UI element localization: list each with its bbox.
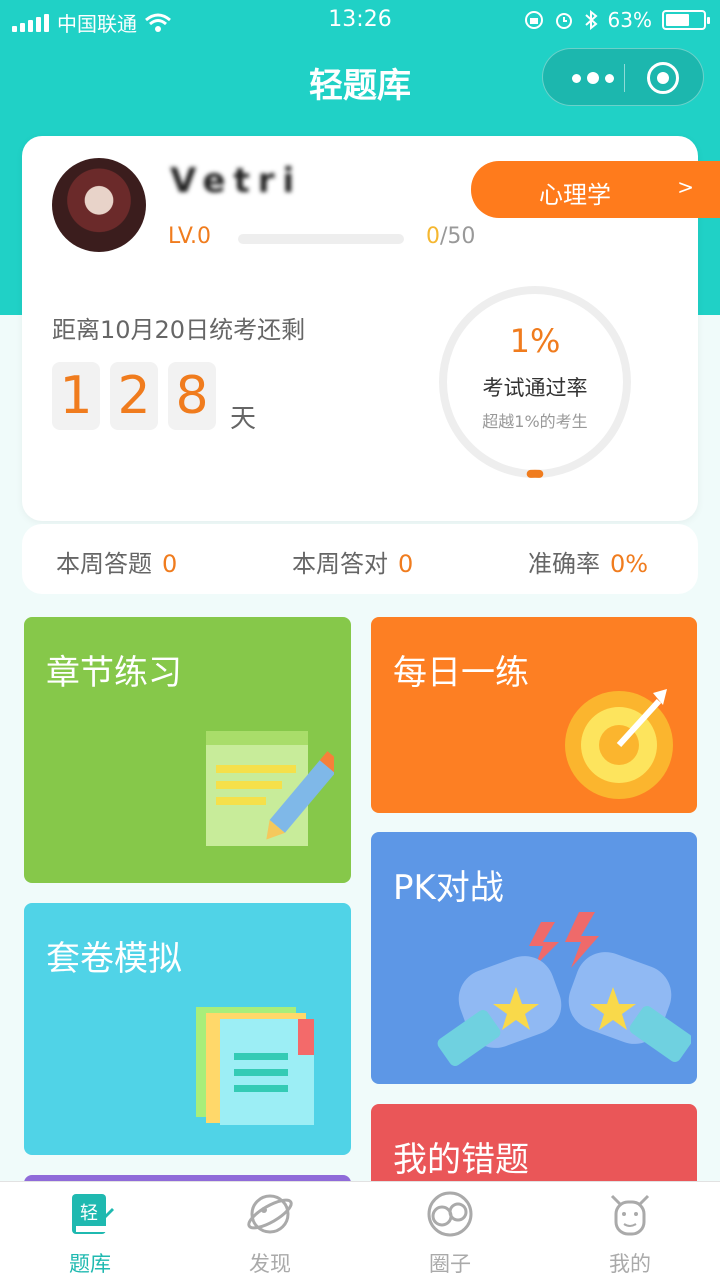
circles-icon [427,1191,473,1237]
bluetooth-icon [584,10,598,30]
cow-face-icon [610,1194,650,1236]
stat-correct: 本周答对 0 [292,544,413,579]
pk-battle-tile[interactable]: PK对战 [371,832,697,1084]
chevron-right-icon: > [677,175,694,199]
stat-answered-label: 本周答题 [56,550,152,578]
stat-accuracy-label: 准确率 [528,550,600,578]
tab-bar: 轻 题库 发现 圈子 我的 [0,1181,720,1281]
miniprogram-capsule [542,48,704,106]
stat-correct-value: 0 [398,550,414,578]
notepad-pencil-icon [206,731,334,846]
close-target-icon[interactable] [647,62,679,94]
pass-rate-ring: 1% 考试通过率 超越1%的考生 [435,282,635,482]
daily-practice-tile[interactable]: 每日一练 [371,617,697,813]
lock-rotation-icon [524,11,543,29]
planet-icon [247,1194,293,1234]
xp-total: /50 [440,224,476,249]
xp-current: 0 [426,224,440,249]
wrong-questions-title: 我的错题 [393,1140,529,1180]
target-icon [565,689,673,799]
profile-card: Vetri LV.0 0/50 心理学 > 距离10月20日统考还剩 1 2 8… [22,136,720,521]
tab-label: 圈子 [429,1252,471,1276]
subject-label: 心理学 [539,181,611,209]
tab-label: 我的 [609,1252,651,1276]
alarm-icon [555,13,572,29]
daily-practice-title: 每日一练 [393,653,529,693]
countdown-label: 距离10月20日统考还剩 [52,316,306,344]
status-right: 63% [524,8,710,32]
countdown-digit: 1 [52,362,100,430]
book-icon: 轻 [72,1194,114,1234]
username: Vetri [170,161,303,201]
countdown-digit: 2 [110,362,158,430]
xp-text: 0/50 [426,224,475,249]
battery-icon [662,10,710,30]
stat-correct-label: 本周答对 [292,550,388,578]
tab-discover[interactable]: 发现 [210,1190,330,1278]
svg-text:轻: 轻 [80,1203,98,1224]
chapter-practice-tile[interactable]: 章节练习 [24,617,351,883]
pass-rate-percent: 1% [509,322,561,360]
mock-paper-title: 套卷模拟 [46,939,182,979]
avatar[interactable] [52,158,146,252]
weekly-stats: 本周答题 0 本周答对 0 准确率 0% [22,524,698,594]
subject-button[interactable]: 心理学 > [471,161,720,218]
tab-mine[interactable]: 我的 [570,1190,690,1278]
pass-rate-subtext: 超越1%的考生 [482,412,588,431]
stat-accuracy: 准确率 0% [528,544,648,579]
stat-answered-value: 0 [162,550,178,578]
xp-progress-bar [238,234,404,244]
more-icon[interactable] [565,49,621,107]
countdown-digit: 8 [168,362,216,430]
mock-paper-tile[interactable]: 套卷模拟 [24,903,351,1155]
battery-fill [666,14,689,26]
tab-question-bank[interactable]: 轻 题库 [30,1190,150,1278]
stat-accuracy-value: 0% [610,550,649,578]
tab-label: 发现 [249,1252,291,1276]
countdown-digits: 1 2 8 [52,362,216,430]
chapter-practice-title: 章节练习 [46,653,182,693]
boxing-gloves-icon [437,912,691,1066]
capsule-divider [624,64,625,92]
status-bar: 中国联通 13:26 63% [0,0,720,40]
battery-percent: 63% [607,8,652,32]
countdown-unit: 天 [230,404,257,434]
stacked-papers-icon [196,1007,314,1125]
stat-answered: 本周答题 0 [56,544,177,579]
tab-circles[interactable]: 圈子 [390,1190,510,1278]
pass-rate-label: 考试通过率 [482,376,588,400]
tab-label: 题库 [69,1252,111,1276]
level-label: LV.0 [168,224,212,249]
